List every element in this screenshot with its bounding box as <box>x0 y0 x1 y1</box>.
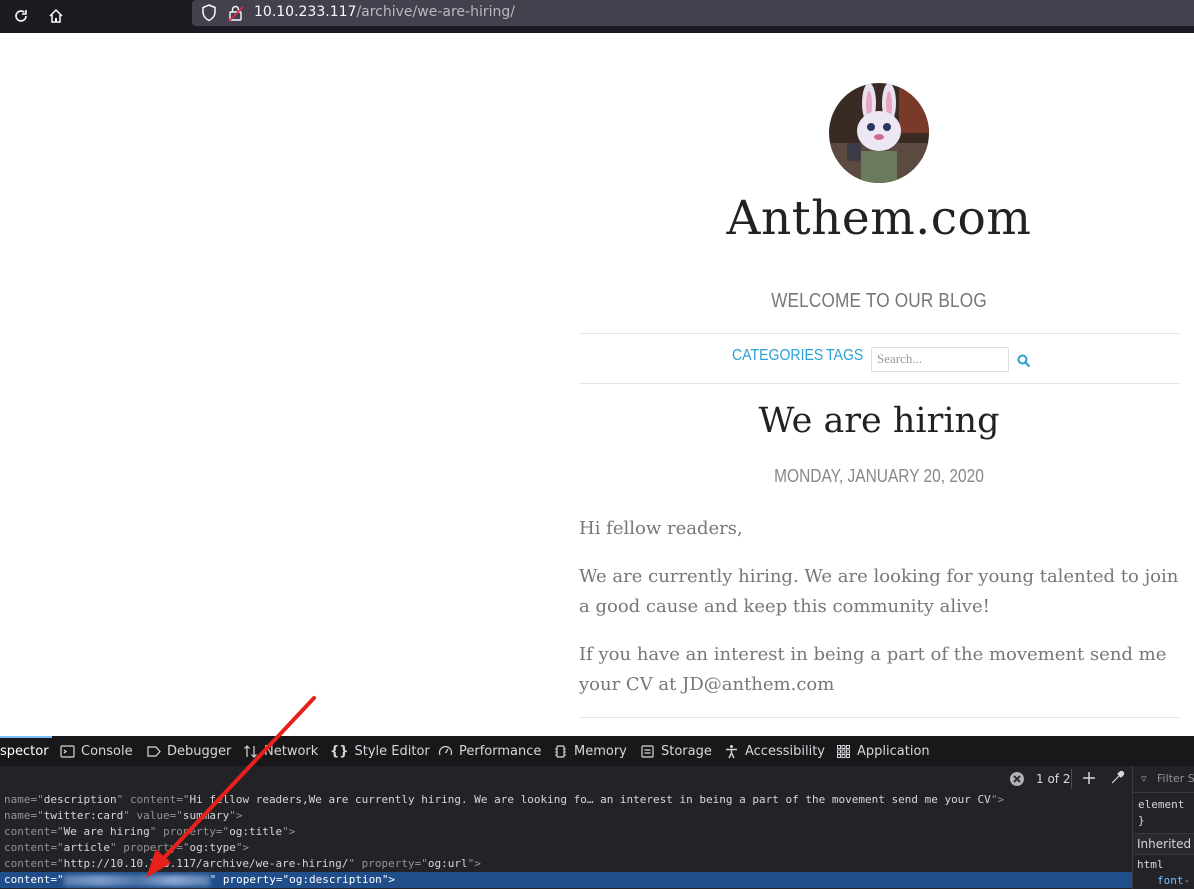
markup-line[interactable]: name="twitter:card" value="summary"> <box>0 808 1132 824</box>
tab-label: Network <box>264 743 319 759</box>
chip-icon <box>555 744 566 758</box>
add-node-icon[interactable] <box>1081 770 1097 790</box>
divider <box>579 717 1179 718</box>
redacted-value <box>63 874 210 886</box>
storage-icon <box>641 744 654 758</box>
post-paragraph: We are currently hiring. We are looking … <box>579 566 1179 617</box>
tab-network[interactable]: Network <box>243 736 318 766</box>
page-content: Anthem.com WELCOME TO OUR BLOG CATEGORIE… <box>0 33 1194 736</box>
tab-label: Style Editor <box>354 743 430 759</box>
inherited-property: font- <box>1157 874 1191 887</box>
tab-memory[interactable]: Memory <box>553 736 627 766</box>
filter-styles[interactable]: ▿ Filter S <box>1133 766 1194 793</box>
tab-performance[interactable]: Performance <box>438 736 541 766</box>
devtools-tabbar: spector Console Debugger Network {} Styl… <box>0 736 1194 767</box>
insecure-lock-icon[interactable] <box>228 4 244 26</box>
site-avatar <box>829 83 929 183</box>
filter-icon: ▿ <box>1141 772 1147 785</box>
inherited-rule: html font- <box>1133 855 1194 889</box>
search-result-count: 1 of 2 <box>1036 772 1071 786</box>
devtools-panel: spector Console Debugger Network {} Styl… <box>0 736 1194 889</box>
filter-styles-input[interactable]: Filter S <box>1157 772 1194 785</box>
tab-style-editor[interactable]: {} Style Editor <box>330 736 430 766</box>
site-tagline: WELCOME TO OUR BLOG <box>771 290 987 312</box>
debugger-icon <box>147 745 161 757</box>
markup-line-selected[interactable]: content=" " property="og:description"> <box>0 872 1132 888</box>
nav-categories-link[interactable]: CATEGORIES <box>732 347 823 365</box>
nav-tags-link[interactable]: TAGS <box>826 347 863 365</box>
shield-icon[interactable] <box>201 4 217 26</box>
markup-tree: name="description" content="Hi fellow re… <box>0 792 1132 889</box>
post-paragraph: Hi fellow readers, <box>579 518 743 539</box>
tab-inspector[interactable]: spector <box>0 736 52 766</box>
browser-toolbar: 10.10.233.117/archive/we-are-hiring/ <box>0 0 1194 33</box>
tab-console[interactable]: Console <box>60 736 133 766</box>
url-text: 10.10.233.117/archive/we-are-hiring/ <box>254 4 515 20</box>
post-paragraph: If you have an interest in being a part … <box>579 644 1167 695</box>
markup-line[interactable]: name="description" content="Hi fellow re… <box>0 792 1132 808</box>
url-path: /archive/we-are-hiring/ <box>356 4 515 20</box>
toolbar-separator <box>1071 769 1072 789</box>
console-icon <box>60 744 75 758</box>
address-bar[interactable]: 10.10.233.117/archive/we-are-hiring/ <box>192 0 1194 26</box>
markup-line[interactable]: content="http://10.10.233.117/archive/we… <box>0 856 1132 872</box>
accessibility-icon <box>726 744 737 758</box>
tab-label: Console <box>81 743 133 759</box>
braces-icon: {} <box>330 743 349 759</box>
post-date: MONDAY, JANUARY 20, 2020 <box>774 466 984 486</box>
tab-label: Accessibility <box>745 743 825 759</box>
reload-icon[interactable] <box>8 3 34 29</box>
home-icon[interactable] <box>43 3 69 29</box>
eyedropper-icon[interactable] <box>1109 770 1125 790</box>
tab-storage[interactable]: Storage <box>640 736 712 766</box>
tab-label: Memory <box>574 743 627 759</box>
network-icon <box>244 744 257 758</box>
site-title[interactable]: Anthem.com <box>579 191 1179 246</box>
gauge-icon <box>438 745 453 755</box>
markup-line[interactable]: content="article" property="og:type"> <box>0 840 1132 856</box>
inspector-search-bar: 1 of 2 <box>0 766 1132 792</box>
rule-selector: element <box>1138 798 1185 811</box>
tab-label: Performance <box>459 743 542 759</box>
tab-debugger[interactable]: Debugger <box>146 736 231 766</box>
tab-label: Debugger <box>167 743 232 759</box>
markup-line[interactable]: content="We are hiring" property="og:tit… <box>0 824 1132 840</box>
inherited-selector: html <box>1137 858 1164 871</box>
tab-label: spector <box>0 743 49 759</box>
rules-sidebar: ▿ Filter S element } Inherited html font… <box>1132 766 1194 889</box>
tab-label: Application <box>857 743 930 759</box>
element-rule: element } <box>1133 793 1194 829</box>
inherited-header: Inherited <box>1133 833 1194 855</box>
tab-application[interactable]: Application <box>836 736 930 766</box>
post-title: We are hiring <box>758 401 1000 441</box>
divider <box>579 383 1179 384</box>
url-host: 10.10.233.117 <box>254 4 357 20</box>
tab-accessibility[interactable]: Accessibility <box>724 736 825 766</box>
grid-icon <box>837 744 850 758</box>
tab-label: Storage <box>661 743 712 759</box>
search-icon[interactable] <box>1017 353 1031 372</box>
clear-search-icon[interactable] <box>1009 771 1025 791</box>
divider <box>579 333 1179 334</box>
rule-close: } <box>1138 814 1145 827</box>
search-input[interactable]: Search... <box>871 347 1009 372</box>
